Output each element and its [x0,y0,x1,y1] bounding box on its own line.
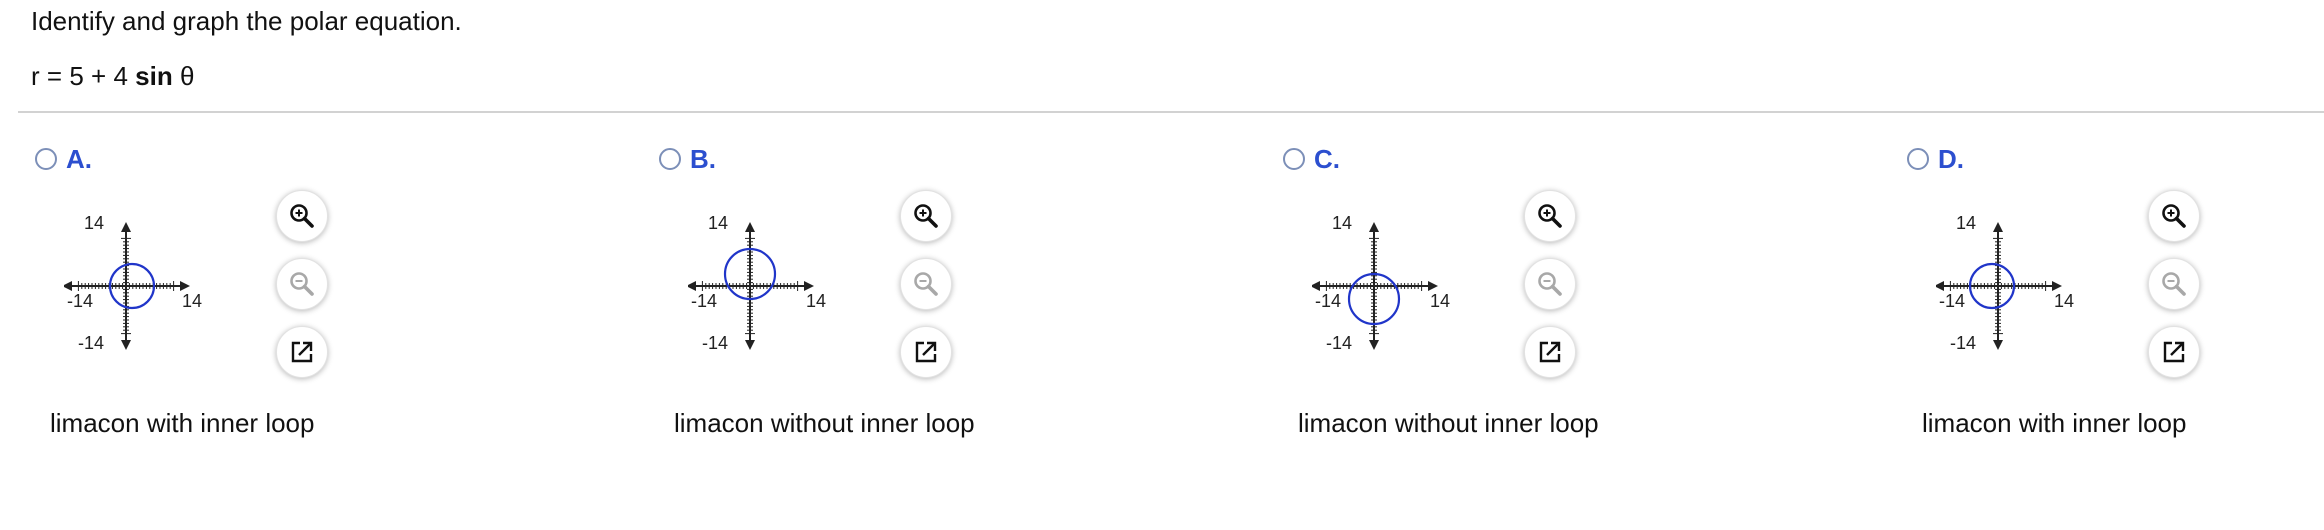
x-neg-tick-label: -14 [691,291,717,311]
option-a-radio[interactable] [35,148,57,170]
popout-icon [2163,341,2185,363]
x-pos-tick-label: 14 [1430,291,1450,311]
question-text: Identify and graph the polar equation. [31,6,462,36]
x-arrow-right [2052,281,2062,291]
zoom-in-icon [290,204,314,228]
x-arrow-right [1428,281,1438,291]
x-arrow-left [1312,281,1320,291]
eq-coef: 4 [113,61,128,91]
axes [688,222,814,350]
zoom-in-button[interactable] [276,190,328,242]
popout-button[interactable] [900,326,952,378]
option-a-label: limacon with inner loop [50,408,315,438]
y-neg-tick-label: -14 [1326,333,1352,353]
zoom-out-button[interactable] [2148,258,2200,310]
zoom-in-icon [914,204,938,228]
x-arrow-left [1936,281,1944,291]
option-d-radio[interactable] [1907,148,1929,170]
option-a-letter: A. [66,144,92,174]
eq-equals: = [46,61,63,91]
eq-const: 5 [69,61,84,91]
option-b-radio[interactable] [659,148,681,170]
zoom-out-icon [914,272,938,296]
y-neg-tick-label: -14 [78,333,104,353]
y-arrow-down [745,340,755,350]
axes [64,222,190,350]
divider [18,111,2324,113]
option-b-graph: 14 -14 -14 14 [688,213,826,353]
x-neg-tick-label: -14 [67,291,93,311]
zoom-out-button[interactable] [1524,258,1576,310]
x-pos-tick-label: 14 [806,291,826,311]
y-arrow-up [745,222,755,232]
y-neg-tick-label: -14 [702,333,728,353]
popout-icon [291,341,313,363]
zoom-in-icon [2162,204,2186,228]
x-neg-tick-label: -14 [1315,291,1341,311]
eq-lhs: r [31,61,40,91]
y-arrow-down [1369,340,1379,350]
x-pos-tick-label: 14 [182,291,202,311]
x-pos-tick-label: 14 [2054,291,2074,311]
y-pos-tick-label: 14 [84,213,104,233]
option-a-graph: 14 -14 -14 14 [64,213,202,353]
eq-plus: + [91,61,107,91]
y-neg-tick-label: -14 [1950,333,1976,353]
zoom-in-button[interactable] [900,190,952,242]
y-arrow-up [121,222,131,232]
x-arrow-left [64,281,72,291]
axes [1936,222,2062,350]
popout-button[interactable] [276,326,328,378]
x-arrow-right [804,281,814,291]
zoom-out-icon [1538,272,1562,296]
zoom-out-button[interactable] [276,258,328,310]
zoom-in-button[interactable] [2148,190,2200,242]
zoom-out-icon [2162,272,2186,296]
popout-icon [915,341,937,363]
option-c-graph: 14 -14 -14 14 [1312,213,1450,353]
eq-var: θ [179,61,195,91]
option-d: D. 14 -14 -14 14 limacon with inner loop [1890,140,2324,460]
option-c-radio[interactable] [1283,148,1305,170]
popout-button[interactable] [2148,326,2200,378]
option-d-label: limacon with inner loop [1922,408,2187,438]
zoom-in-button[interactable] [1524,190,1576,242]
option-c: C. 14 -14 -14 14 limacon without inner l… [1266,140,1826,460]
option-b-label: limacon without inner loop [674,408,975,438]
popout-button[interactable] [1524,326,1576,378]
popout-icon [1539,341,1561,363]
option-b: B. 14 -14 -14 14 limacon without inner l… [642,140,1202,460]
polar-equation: r = 5 + 4 sin θ [31,61,194,92]
y-arrow-up [1369,222,1379,232]
y-arrow-up [1993,222,2003,232]
zoom-out-button[interactable] [900,258,952,310]
y-arrow-down [121,340,131,350]
option-a: A. 14 -14 -14 14 limacon with inner loop [18,140,578,460]
eq-fn: sin [135,61,173,91]
y-pos-tick-label: 14 [1956,213,1976,233]
option-b-letter: B. [690,144,716,174]
option-d-graph: 14 -14 -14 14 [1936,213,2074,353]
option-c-letter: C. [1314,144,1340,174]
axes [1312,222,1438,350]
x-arrow-right [180,281,190,291]
zoom-out-icon [290,272,314,296]
zoom-in-icon [1538,204,1562,228]
y-pos-tick-label: 14 [1332,213,1352,233]
x-neg-tick-label: -14 [1939,291,1965,311]
y-pos-tick-label: 14 [708,213,728,233]
option-c-label: limacon without inner loop [1298,408,1599,438]
x-arrow-left [688,281,696,291]
y-arrow-down [1993,340,2003,350]
option-d-letter: D. [1938,144,1964,174]
